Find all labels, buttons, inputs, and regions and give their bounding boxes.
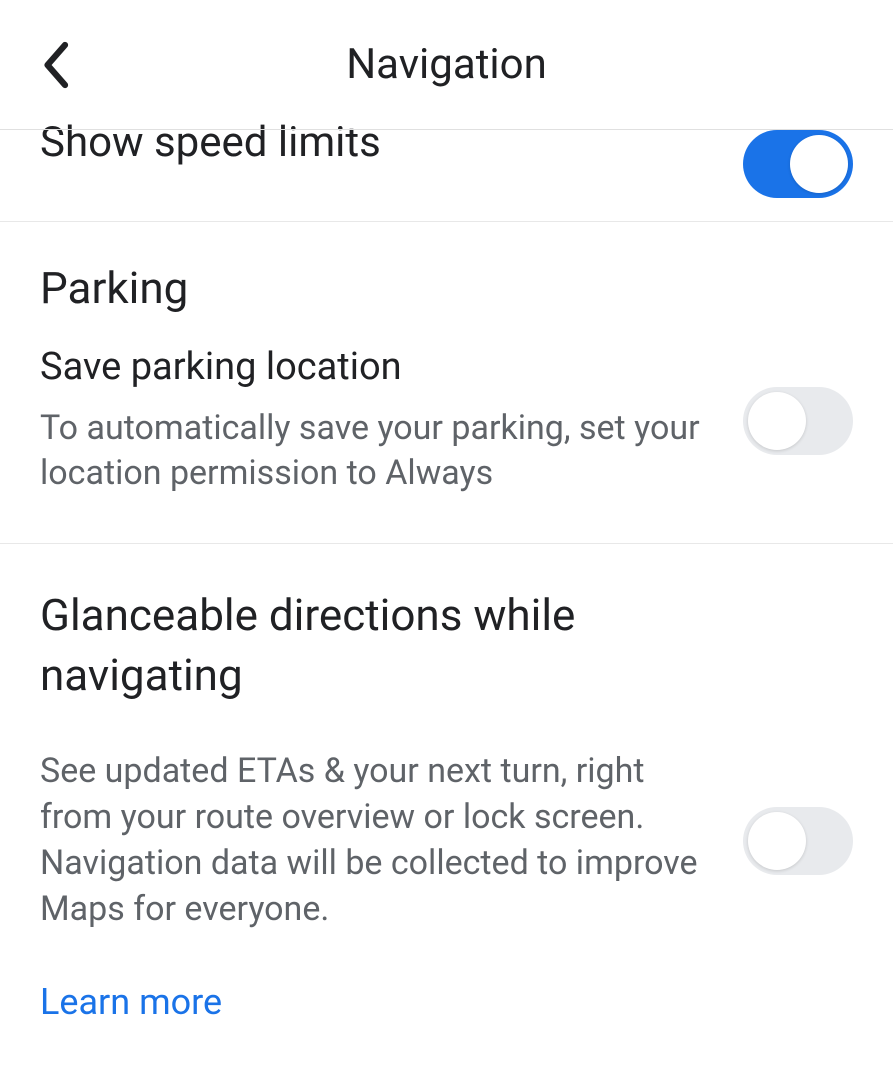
toggle-knob — [748, 812, 806, 870]
glanceable-toggle[interactable] — [743, 807, 853, 875]
row-save-parking[interactable]: Save parking location To automatically s… — [0, 344, 893, 544]
row-show-speed-limits[interactable]: Show speed limits — [0, 130, 893, 222]
glanceable-title: Glanceable directions while navigating — [40, 586, 853, 705]
back-button[interactable] — [30, 40, 80, 90]
page-title: Navigation — [346, 40, 547, 89]
section-header-parking: Parking — [0, 222, 893, 344]
toggle-knob — [748, 392, 806, 450]
speed-limits-toggle[interactable] — [743, 130, 853, 198]
save-parking-label: Save parking location — [40, 344, 713, 392]
learn-more-link[interactable]: Learn more — [0, 973, 893, 1053]
section-glanceable: Glanceable directions while navigating — [0, 544, 893, 705]
glanceable-description: See updated ETAs & your next turn, right… — [40, 749, 713, 933]
header-bar: Navigation — [0, 0, 893, 130]
glanceable-content: See updated ETAs & your next turn, right… — [40, 749, 743, 933]
toggle-knob — [790, 135, 848, 193]
row-glanceable[interactable]: See updated ETAs & your next turn, right… — [0, 705, 893, 973]
save-parking-description: To automatically save your parking, set … — [40, 406, 713, 498]
save-parking-toggle[interactable] — [743, 387, 853, 455]
chevron-left-icon — [39, 40, 71, 90]
save-parking-content: Save parking location To automatically s… — [40, 344, 743, 497]
